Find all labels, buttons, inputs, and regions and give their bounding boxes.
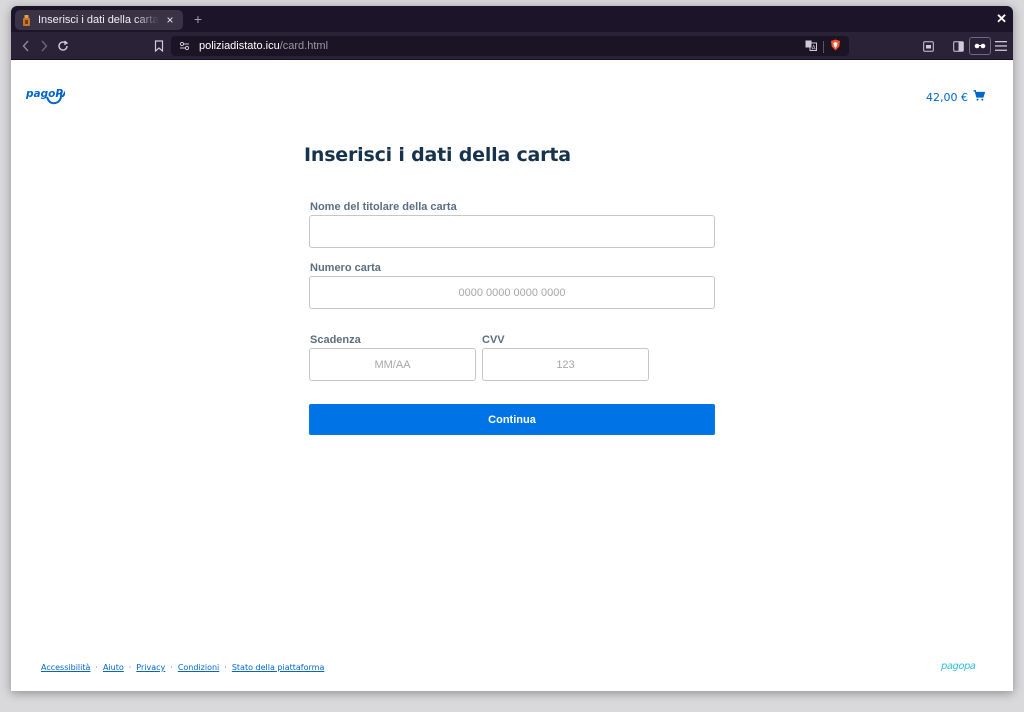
svg-text:A: A: [812, 44, 817, 51]
cvv-input[interactable]: 123: [482, 348, 649, 381]
footer-link-help[interactable]: Aiuto: [103, 663, 124, 672]
wallet-icon[interactable]: [921, 37, 935, 55]
card-number-placeholder: 0000 0000 0000 0000: [458, 286, 566, 299]
new-tab-button[interactable]: +: [191, 10, 205, 28]
holder-name-label: Nome del titolare della carta: [310, 201, 457, 213]
browser-window: Inserisci i dati della carta × + ✕ poliz…: [11, 6, 1013, 691]
forward-icon[interactable]: [37, 37, 51, 55]
private-glasses-icon[interactable]: [969, 37, 991, 55]
logo-text: pagoPA: [25, 88, 65, 100]
footer-link-conditions[interactable]: Condizioni: [178, 663, 219, 672]
card-number-label: Numero carta: [310, 262, 381, 274]
police-badge-icon: [21, 14, 31, 26]
cvv-label: CVV: [482, 334, 505, 346]
card-number-input[interactable]: 0000 0000 0000 0000: [309, 276, 715, 309]
footer-link-accessibility[interactable]: Accessibilità: [41, 663, 90, 672]
sidebar-icon[interactable]: [951, 37, 965, 55]
brave-shields-icon[interactable]: [830, 38, 841, 56]
footer-link-platform-status[interactable]: Stato della piattaforma: [232, 663, 325, 672]
page-title: Inserisci i dati della carta: [304, 144, 571, 166]
expiry-label: Scadenza: [310, 334, 361, 346]
cart-amount: 42,00 €: [926, 90, 968, 104]
cvv-placeholder: 123: [556, 358, 575, 371]
browser-toolbar: poliziadistato.icu/card.html A: [11, 32, 1013, 60]
footer-logo-text: pagopa: [941, 661, 976, 672]
cart-summary[interactable]: 42,00 €: [926, 88, 986, 106]
tab-strip: Inserisci i dati della carta × + ✕: [11, 6, 1013, 32]
footer-link-privacy[interactable]: Privacy: [136, 663, 165, 672]
footer-links: Accessibilità · Aiuto · Privacy · Condiz…: [41, 663, 324, 672]
close-tab-icon[interactable]: ×: [163, 13, 177, 27]
address-bar[interactable]: poliziadistato.icu/card.html A: [171, 36, 849, 56]
continue-button[interactable]: Continua: [309, 404, 715, 435]
page-content: pagoPA 42,00 € Inserisci i dati della ca…: [11, 61, 1013, 691]
tab-title: Inserisci i dati della carta: [38, 14, 159, 26]
url-path: /card.html: [279, 40, 329, 52]
expiry-placeholder: MM/AA: [374, 358, 411, 371]
back-icon[interactable]: [19, 37, 33, 55]
footer-separator: ·: [170, 663, 173, 672]
footer-separator: ·: [95, 663, 98, 672]
url-host: poliziadistato.icu: [199, 40, 280, 52]
expiry-input[interactable]: MM/AA: [309, 348, 476, 381]
translate-icon[interactable]: A: [805, 38, 817, 56]
menu-icon[interactable]: [994, 37, 1008, 55]
footer-pagopa-logo: pagopa: [940, 659, 983, 677]
divider: [823, 41, 824, 53]
bookmark-icon[interactable]: [152, 37, 166, 55]
url-text: poliziadistato.icu/card.html: [199, 40, 328, 52]
footer-separator: ·: [224, 663, 227, 672]
pagopa-logo[interactable]: pagoPA: [25, 83, 70, 112]
holder-name-input[interactable]: [309, 215, 715, 248]
cart-icon: [973, 88, 986, 106]
browser-tab[interactable]: Inserisci i dati della carta ×: [15, 10, 183, 30]
reload-icon[interactable]: [55, 37, 71, 55]
footer-separator: ·: [128, 663, 132, 672]
site-settings-icon[interactable]: [179, 40, 191, 52]
close-window-icon[interactable]: ✕: [996, 11, 1007, 27]
